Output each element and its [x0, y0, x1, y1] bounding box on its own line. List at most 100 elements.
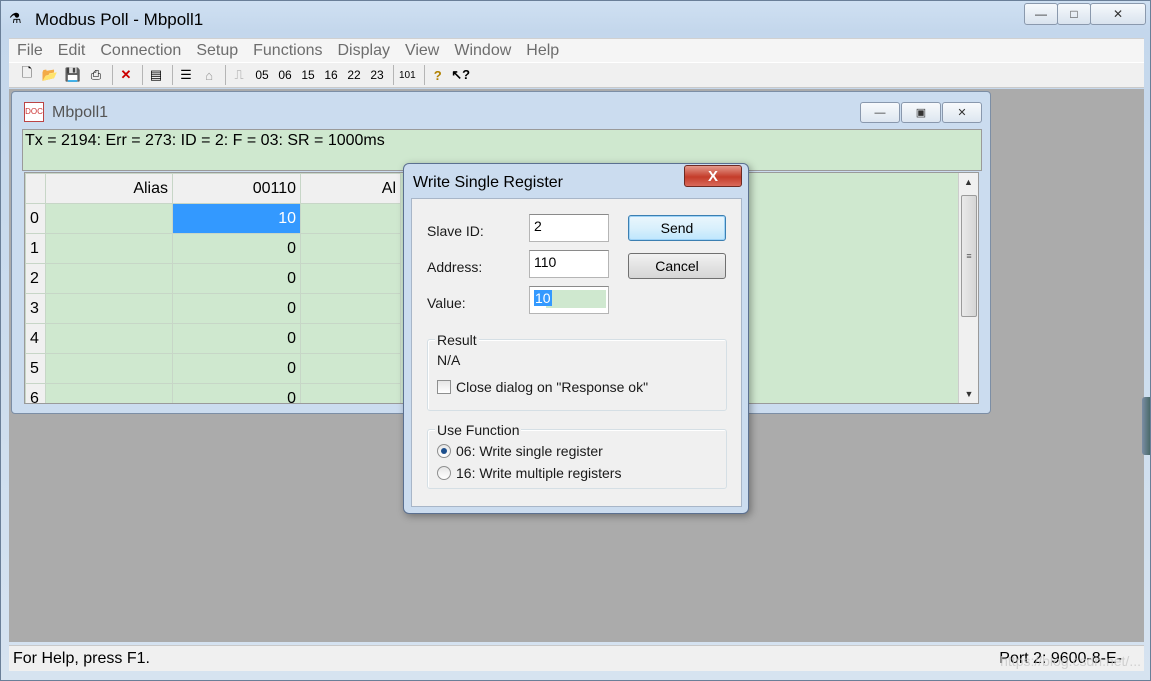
function-16-label[interactable]: 16: Write multiple registers	[456, 465, 621, 481]
table-row: 1 0	[25, 233, 401, 264]
row-number: 3	[25, 293, 46, 324]
vertical-scrollbar[interactable]: ▲ ≡ ▼	[958, 173, 978, 403]
menu-functions[interactable]: Functions	[253, 42, 322, 60]
edge-handle	[1142, 397, 1150, 455]
row-number: 1	[25, 233, 46, 264]
table-row: 6 0	[25, 383, 401, 403]
delete-icon[interactable]: ✕	[116, 65, 136, 85]
toolbar: 🗋 📂 💾 ⎙ ✕ ▤ ☰ ⌂ ⎍ 05 06 15 16 22 23 101 …	[9, 62, 1144, 88]
minimize-button[interactable]: —	[1024, 3, 1058, 25]
connect-icon[interactable]: ☰	[176, 65, 196, 85]
value-cell[interactable]: 0	[172, 233, 301, 264]
document-icon: DOC	[24, 102, 44, 122]
result-group	[427, 339, 727, 411]
window-icon[interactable]: ▤	[146, 65, 166, 85]
menu-edit[interactable]: Edit	[58, 42, 86, 60]
menu-file[interactable]: File	[17, 42, 43, 60]
function-16-radio[interactable]	[437, 466, 451, 480]
alias-cell-2[interactable]	[300, 323, 401, 354]
grid-corner	[25, 173, 46, 204]
use-function-group-title: Use Function	[435, 422, 522, 438]
column-header-address[interactable]: 00110	[172, 173, 301, 204]
open-folder-icon[interactable]: 📂	[40, 65, 60, 85]
send-button[interactable]: Send	[628, 215, 726, 241]
address-field[interactable]: 110	[529, 250, 609, 278]
value-cell[interactable]: 10	[172, 203, 301, 234]
column-header-alias[interactable]: Alias	[45, 173, 173, 204]
function-22-button[interactable]: 22	[344, 65, 364, 85]
close-on-ok-label[interactable]: Close dialog on "Response ok"	[456, 379, 648, 395]
child-minimize-button[interactable]: —	[860, 102, 900, 123]
help-hint: For Help, press F1.	[13, 650, 150, 667]
write-single-register-dialog: Write Single Register X Slave ID: 2 Addr…	[403, 163, 749, 514]
function-06-radio[interactable]	[437, 444, 451, 458]
alias-cell-2[interactable]	[300, 263, 401, 294]
scroll-up-icon[interactable]: ▲	[959, 173, 978, 191]
alias-cell[interactable]	[45, 263, 173, 294]
address-label: Address:	[427, 259, 483, 275]
alias-cell[interactable]	[45, 203, 173, 234]
table-row: 0 10	[25, 203, 401, 234]
disconnect-icon[interactable]: ⌂	[199, 65, 219, 85]
maximize-button[interactable]: □	[1057, 3, 1091, 25]
window-controls: — □ ✕	[1024, 3, 1146, 25]
alias-cell[interactable]	[45, 353, 173, 384]
column-header-alias-2[interactable]: Al	[300, 173, 401, 204]
row-number: 5	[25, 353, 46, 384]
print-icon[interactable]: ⎙	[86, 65, 106, 85]
value-cell[interactable]: 0	[172, 293, 301, 324]
function-05-button[interactable]: 05	[252, 65, 272, 85]
table-row: 5 0	[25, 353, 401, 384]
table-row: 2 0	[25, 263, 401, 294]
new-file-icon[interactable]: 🗋	[17, 65, 37, 85]
value-cell[interactable]: 0	[172, 323, 301, 354]
context-help-icon[interactable]: ↖?	[451, 65, 471, 85]
function-06-button[interactable]: 06	[275, 65, 295, 85]
alias-cell-2[interactable]	[300, 353, 401, 384]
alias-cell-2[interactable]	[300, 293, 401, 324]
function-16-button[interactable]: 16	[321, 65, 341, 85]
register-table: Alias 00110 Al 0 10 1 0 2 0 3 0 4 0 5 0 …	[25, 173, 401, 403]
save-icon[interactable]: 💾	[63, 65, 83, 85]
value-field-fill	[546, 290, 606, 308]
toolbar-separator	[142, 65, 143, 85]
alias-cell-2[interactable]	[300, 233, 401, 264]
dialog-close-button[interactable]: X	[684, 165, 742, 187]
menu-view[interactable]: View	[405, 42, 439, 60]
table-row: 4 0	[25, 323, 401, 354]
value-field[interactable]: 10	[529, 286, 609, 314]
function-15-button[interactable]: 15	[298, 65, 318, 85]
comm-traffic-button[interactable]: 101	[397, 65, 418, 85]
child-window-controls: — ▣ ✕	[859, 102, 982, 123]
value-cell[interactable]: 0	[172, 263, 301, 294]
slave-id-field[interactable]: 2	[529, 214, 609, 242]
menu-bar: File Edit Connection Setup Functions Dis…	[9, 38, 1144, 62]
close-on-ok-checkbox[interactable]	[437, 380, 451, 394]
child-restore-button[interactable]: ▣	[901, 102, 941, 123]
alias-cell[interactable]	[45, 323, 173, 354]
pulse-icon[interactable]: ⎍	[229, 65, 249, 85]
row-number: 0	[25, 203, 46, 234]
alias-cell-2[interactable]	[300, 203, 401, 234]
menu-connection[interactable]: Connection	[100, 42, 181, 60]
table-row: 3 0	[25, 293, 401, 324]
scroll-thumb[interactable]: ≡	[961, 195, 977, 317]
alias-cell[interactable]	[45, 293, 173, 324]
alias-cell-2[interactable]	[300, 383, 401, 403]
alias-cell[interactable]	[45, 233, 173, 264]
value-cell[interactable]: 0	[172, 353, 301, 384]
menu-help[interactable]: Help	[526, 42, 559, 60]
menu-window[interactable]: Window	[454, 42, 511, 60]
child-close-button[interactable]: ✕	[942, 102, 982, 123]
scroll-down-icon[interactable]: ▼	[959, 385, 978, 403]
value-cell[interactable]: 0	[172, 383, 301, 403]
alias-cell[interactable]	[45, 383, 173, 403]
function-23-button[interactable]: 23	[367, 65, 387, 85]
close-button[interactable]: ✕	[1090, 3, 1146, 25]
function-06-label[interactable]: 06: Write single register	[456, 443, 603, 459]
menu-setup[interactable]: Setup	[196, 42, 238, 60]
help-icon[interactable]: ?	[428, 65, 448, 85]
cancel-button[interactable]: Cancel	[628, 253, 726, 279]
result-group-title: Result	[435, 332, 479, 348]
menu-display[interactable]: Display	[338, 42, 390, 60]
